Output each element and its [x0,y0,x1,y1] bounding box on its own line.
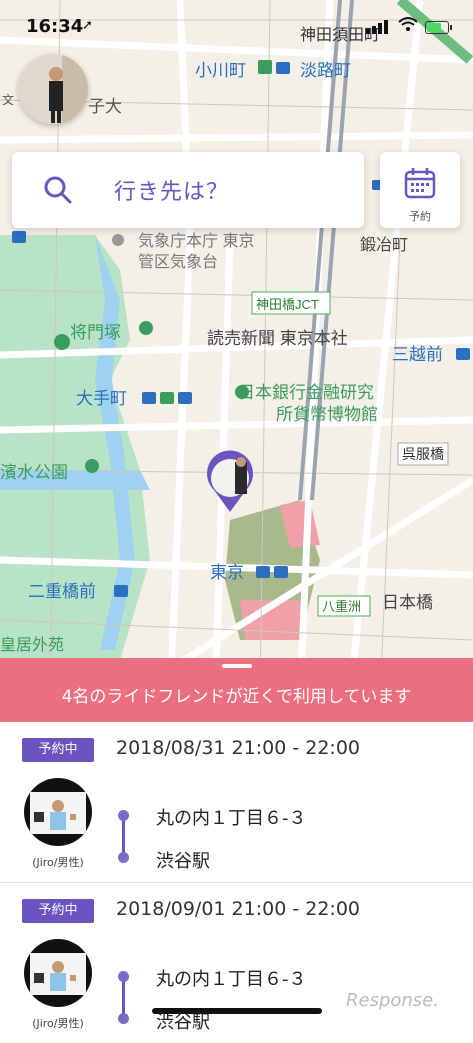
map-label: 八重洲 [322,599,361,614]
park-icon [160,392,174,404]
signal-icon [366,20,388,34]
map-label: 皇居外苑 [0,636,64,654]
map-label: 呉服橋 [402,446,444,462]
search-placeholder: 行き先は？ [114,180,230,205]
ride-destination: 渋谷駅 [156,851,210,872]
ride-datetime: 2018/08/31 21:00 - 22:00 [116,737,360,759]
park-marker-icon [139,321,153,335]
ride-card[interactable]: 予約中 2018/08/31 21:00 - 22:00 (Jiro/男性) 丸… [0,722,473,882]
drag-handle[interactable] [222,664,252,668]
ride-origin: 丸の内１丁目６-３ [156,808,307,829]
status-badge: 予約中 [22,738,94,762]
map-label: 気象庁本庁 東京 [138,232,254,250]
map-label: 文 [2,92,14,107]
driver-avatar [24,939,92,1007]
home-indicator[interactable] [152,1008,322,1014]
destination-dot [118,852,129,863]
map-label: 将門塚 [70,323,121,342]
status-time: 16:34 [26,16,84,37]
museum-marker-icon [235,385,249,399]
ride-list: 予約中 2018/08/31 21:00 - 22:00 (Jiro/男性) 丸… [0,722,473,1033]
origin-dot [118,810,129,821]
park-marker-icon [54,334,70,350]
driver-caption: (Jiro/男性) [32,1017,84,1030]
calendar-icon [404,168,436,199]
train-icon [178,392,192,404]
reserve-button-label: 予約 [409,210,431,223]
map-label: 管区気象台 [138,253,218,271]
map-label: 東京 [210,563,244,582]
map-label: 淡路町 [300,61,351,80]
subway-icon [276,62,290,74]
park-icon [258,60,272,74]
avatar [30,792,86,834]
wifi-icon [398,17,418,31]
driver-caption: (Jiro/男性) [32,856,84,869]
nearby-friends-banner[interactable]: 4名のライドフレンドが近くで利用しています [0,658,473,722]
map-label: 鍛冶町 [360,236,408,254]
subway-icon [12,231,26,243]
destination-search[interactable]: 行き先は？ [12,152,364,228]
map-label: 小川町 [195,61,246,80]
battery-icon [425,21,452,34]
nearby-friends-message: 4名のライドフレンドが近くで利用しています [61,687,412,707]
map-label: 読売新聞 東京本社 [207,329,348,348]
subway-icon [256,566,270,578]
origin-dot [118,971,129,982]
destination-dot [118,1013,129,1024]
subway-icon [142,392,156,404]
map-label: 大手町 [76,389,127,408]
ride-datetime: 2018/09/01 21:00 - 22:00 [116,898,360,920]
map-label: 日本橋 [382,593,433,612]
location-arrow-icon: ➚ [82,18,93,33]
map-label: 所貨幣博物館 [276,405,378,424]
train-icon [274,566,288,578]
avatar [30,953,86,995]
reserve-button[interactable]: 予約 [380,152,460,228]
status-bar: 16:34 ➚ [0,14,473,44]
map-label: 三越前 [392,345,443,364]
subway-icon [456,348,470,360]
place-marker-icon [112,234,124,246]
profile-avatar[interactable] [18,54,88,124]
status-badge: 予約中 [22,899,94,923]
map-label: 日本銀行金融研究 [238,383,374,402]
ride-card[interactable]: 予約中 2018/09/01 21:00 - 22:00 (Jiro/男性) 丸… [0,882,473,1043]
map-label: 濱水公園 [0,463,68,482]
ride-origin: 丸の内１丁目６-３ [156,969,307,990]
watermark: Response. [346,990,439,1011]
park-marker-icon [85,459,99,473]
map-label: 神田橋JCT [256,297,319,312]
avatar [18,54,88,124]
search-icon [44,176,72,204]
driver-avatar [24,778,92,846]
subway-icon [114,585,128,597]
map-label: 二重橋前 [28,582,96,601]
map-label: 子大 [88,97,122,116]
